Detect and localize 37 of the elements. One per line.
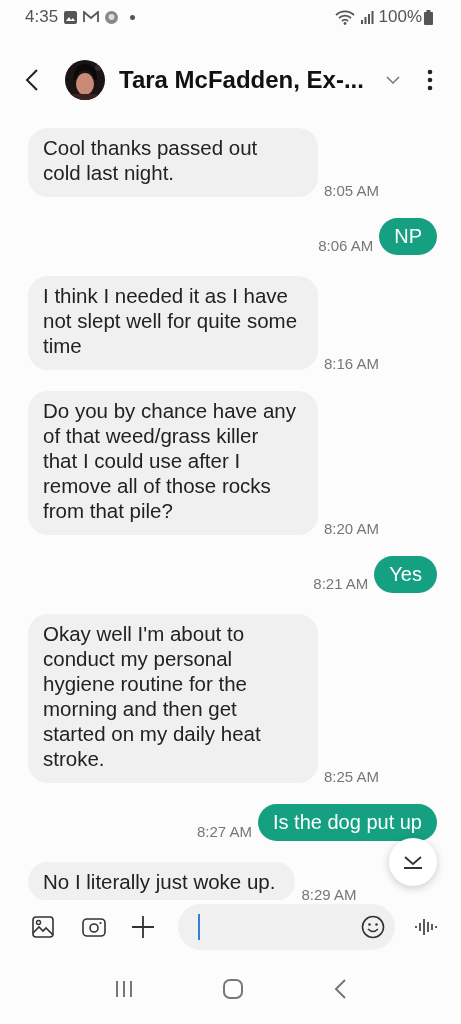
back-icon[interactable] bbox=[24, 68, 40, 92]
home-icon[interactable] bbox=[223, 979, 244, 999]
emoji-icon[interactable] bbox=[361, 915, 385, 939]
contact-name[interactable]: Tara McFadden, Ex-... bbox=[119, 66, 364, 94]
message-time: 8:20 AM bbox=[324, 520, 380, 537]
message-time: 8:16 AM bbox=[324, 355, 380, 372]
message-bubble[interactable]: Cool thanks passed out cold last night. bbox=[28, 128, 318, 197]
message-input-field[interactable] bbox=[178, 904, 395, 950]
message-time: 8:29 AM bbox=[301, 886, 357, 900]
scroll-down-icon bbox=[403, 855, 423, 869]
wifi-icon bbox=[334, 9, 355, 25]
message-bubble[interactable]: I think I needed it as I have not slept well for quite some time bbox=[28, 276, 318, 370]
message-bubble[interactable]: Okay well I'm about to conduct my personal hygiene routine for the morning and then get started on my daily heat stroke. bbox=[28, 614, 318, 783]
battery-percent: 100% bbox=[378, 7, 422, 27]
back-nav-icon[interactable] bbox=[333, 979, 346, 999]
signal-icon bbox=[360, 10, 374, 24]
message-time: 8:25 AM bbox=[324, 768, 380, 785]
message-time: 8:05 AM bbox=[324, 182, 380, 199]
plus-icon[interactable] bbox=[132, 916, 154, 938]
message-time: 8:21 AM bbox=[313, 575, 369, 592]
dropdown-icon[interactable] bbox=[385, 76, 400, 84]
dot-icon bbox=[130, 14, 136, 20]
gallery-icon[interactable] bbox=[32, 916, 54, 938]
message-bubble[interactable]: Do you by chance have any of that weed/grass killer that I could use after I remove all of those rocks from that pile? bbox=[28, 391, 318, 535]
recent-apps-icon[interactable] bbox=[115, 980, 134, 998]
message-time: 8:27 AM bbox=[196, 823, 252, 840]
image-icon bbox=[64, 10, 78, 24]
message-bubble[interactable]: No I literally just woke up. bbox=[28, 862, 296, 900]
more-options-icon[interactable] bbox=[426, 69, 433, 91]
message-time: 8:06 AM bbox=[318, 237, 374, 254]
clock-time: 4:35 bbox=[25, 7, 59, 27]
battery-icon bbox=[424, 9, 433, 25]
camera-icon[interactable] bbox=[82, 917, 106, 937]
voice-icon[interactable] bbox=[415, 918, 437, 936]
app-icon bbox=[105, 10, 119, 24]
scroll-down-button[interactable] bbox=[389, 838, 437, 886]
mail-icon bbox=[83, 11, 100, 23]
